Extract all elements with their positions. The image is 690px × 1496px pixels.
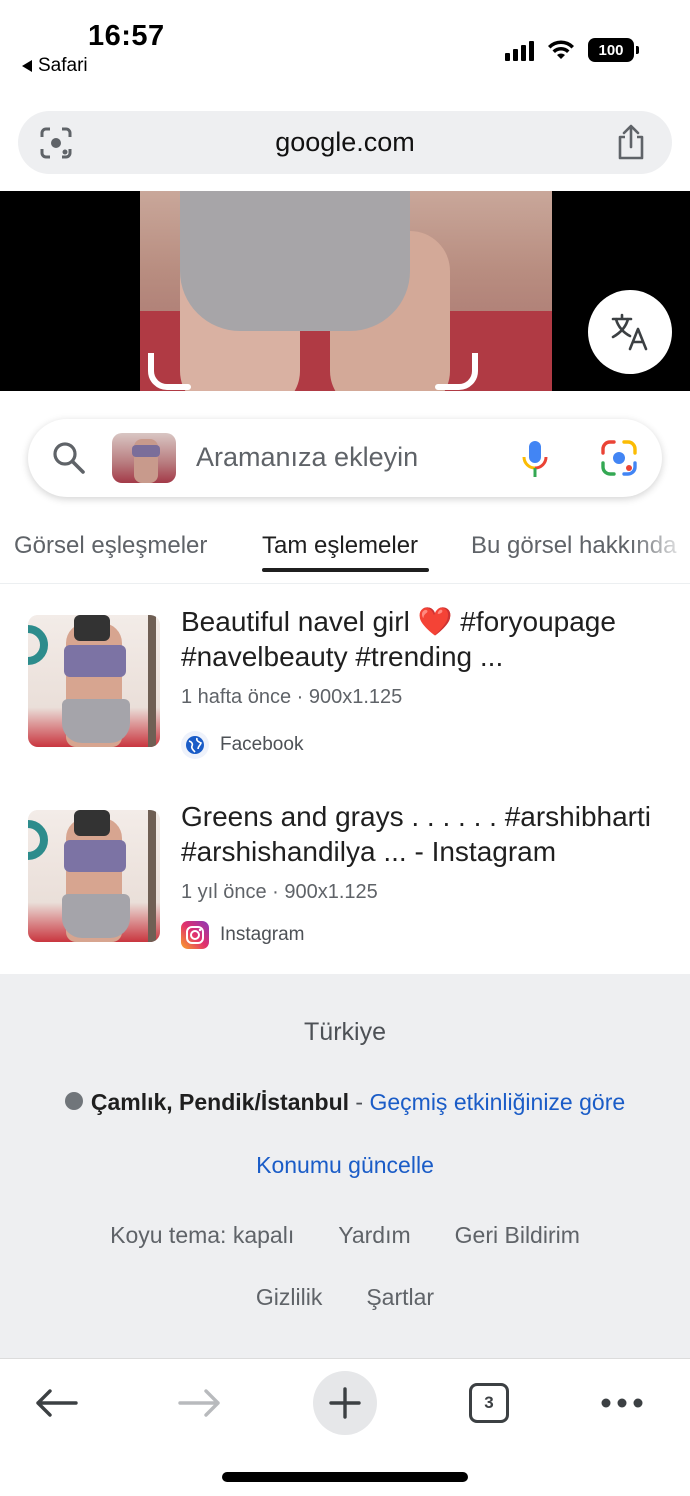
footer-location: Çamlık, Pendik/İstanbul - Geçmiş etkinli… (0, 1089, 690, 1116)
terms-link[interactable]: Şartlar (366, 1284, 434, 1310)
back-triangle-icon (22, 60, 32, 72)
result-source-name: Instagram (220, 924, 305, 945)
footer: Türkiye Çamlık, Pendik/İstanbul - Geçmiş… (0, 974, 690, 1358)
location-name: Çamlık, Pendik/İstanbul (90, 1089, 350, 1115)
more-menu-button[interactable] (590, 1371, 654, 1435)
footer-country: Türkiye (304, 1018, 386, 1046)
result-thumbnail[interactable] (28, 810, 160, 942)
more-dots-icon (601, 1398, 643, 1408)
result-source[interactable]: Facebook (181, 731, 303, 759)
dark-theme-link[interactable]: Koyu tema: kapalı (110, 1222, 294, 1248)
back-button[interactable] (24, 1371, 88, 1435)
microphone-icon[interactable] (520, 439, 550, 479)
result-source[interactable]: Instagram (181, 921, 304, 949)
status-bar: 16:57 Safari 100 (0, 0, 690, 100)
search-box[interactable]: Aramanıza ekleyin (28, 419, 662, 497)
feedback-link[interactable]: Geri Bildirim (455, 1222, 580, 1248)
result-title[interactable]: Greens and grays . . . . . . #arshibhart… (181, 799, 671, 869)
address-bar[interactable]: google.com (18, 111, 672, 174)
new-tab-button[interactable] (313, 1371, 377, 1435)
search-image-thumbnail[interactable] (112, 433, 176, 483)
page: 16:57 Safari 100 google.com Aramanıza ek… (0, 0, 690, 1496)
translate-icon (611, 313, 648, 351)
globe-icon (181, 731, 209, 759)
active-tab-indicator (262, 568, 429, 572)
url-text: google.com (275, 127, 415, 157)
help-link[interactable]: Yardım (338, 1222, 410, 1248)
update-location-link[interactable]: Konumu güncelle (0, 1152, 690, 1179)
footer-links: Koyu tema: kapalı Yardım Geri Bildirim (0, 1222, 690, 1249)
location-dot-icon (64, 1092, 83, 1110)
result-tabs: Görsel eşleşmeler Tam eşlemeler Bu görse… (0, 516, 690, 584)
result-meta: 1 yıl önce · 900x1.125 (181, 881, 378, 903)
privacy-link[interactable]: Gizlilik (256, 1284, 322, 1310)
tab-visual-matches[interactable]: Görsel eşleşmeler (14, 532, 207, 560)
location-basis-link[interactable]: Geçmiş etkinliğinize göre (369, 1089, 625, 1115)
heart-emoji: ❤️ (417, 606, 453, 637)
result-thumbnail[interactable] (28, 615, 160, 747)
search-input[interactable]: Aramanıza ekleyin (196, 442, 418, 473)
plus-icon (329, 1387, 361, 1419)
footer-links-secondary: Gizlilik Şartlar (0, 1284, 690, 1311)
location-separator: - (349, 1089, 370, 1115)
arrow-right-icon (178, 1389, 220, 1417)
tab-count-badge: 3 (469, 1383, 509, 1423)
result-item[interactable]: Greens and grays . . . . . . #arshibhart… (0, 795, 690, 985)
back-to-app-link[interactable]: Safari (22, 55, 88, 77)
instagram-icon (181, 921, 209, 949)
arrow-left-icon (36, 1389, 78, 1417)
google-lens-icon[interactable] (600, 439, 638, 477)
status-icons: 100 (505, 38, 639, 62)
result-item[interactable]: Beautiful navel girl ❤️ #foryoupage #nav… (0, 600, 690, 790)
translate-button[interactable] (588, 290, 672, 374)
result-meta: 1 hafta önce · 900x1.125 (181, 686, 403, 708)
share-icon[interactable] (614, 123, 648, 161)
battery-icon: 100 (588, 38, 639, 62)
status-time: 16:57 (88, 20, 165, 52)
result-source-name: Facebook (220, 734, 304, 755)
forward-button[interactable] (168, 1371, 232, 1435)
home-indicator (222, 1472, 468, 1482)
result-title-text: Beautiful navel girl (181, 606, 410, 637)
search-icon (53, 442, 85, 474)
tab-exact-matches[interactable]: Tam eşlemeler (262, 532, 418, 560)
tabs-fade (630, 516, 690, 583)
tab-switcher-button[interactable]: 3 (457, 1371, 521, 1435)
back-app-label: Safari (38, 55, 88, 76)
wifi-icon (548, 40, 574, 59)
result-title[interactable]: Beautiful navel girl ❤️ #foryoupage #nav… (181, 604, 671, 674)
cellular-signal-icon (505, 39, 534, 61)
crop-handles[interactable] (148, 353, 478, 393)
